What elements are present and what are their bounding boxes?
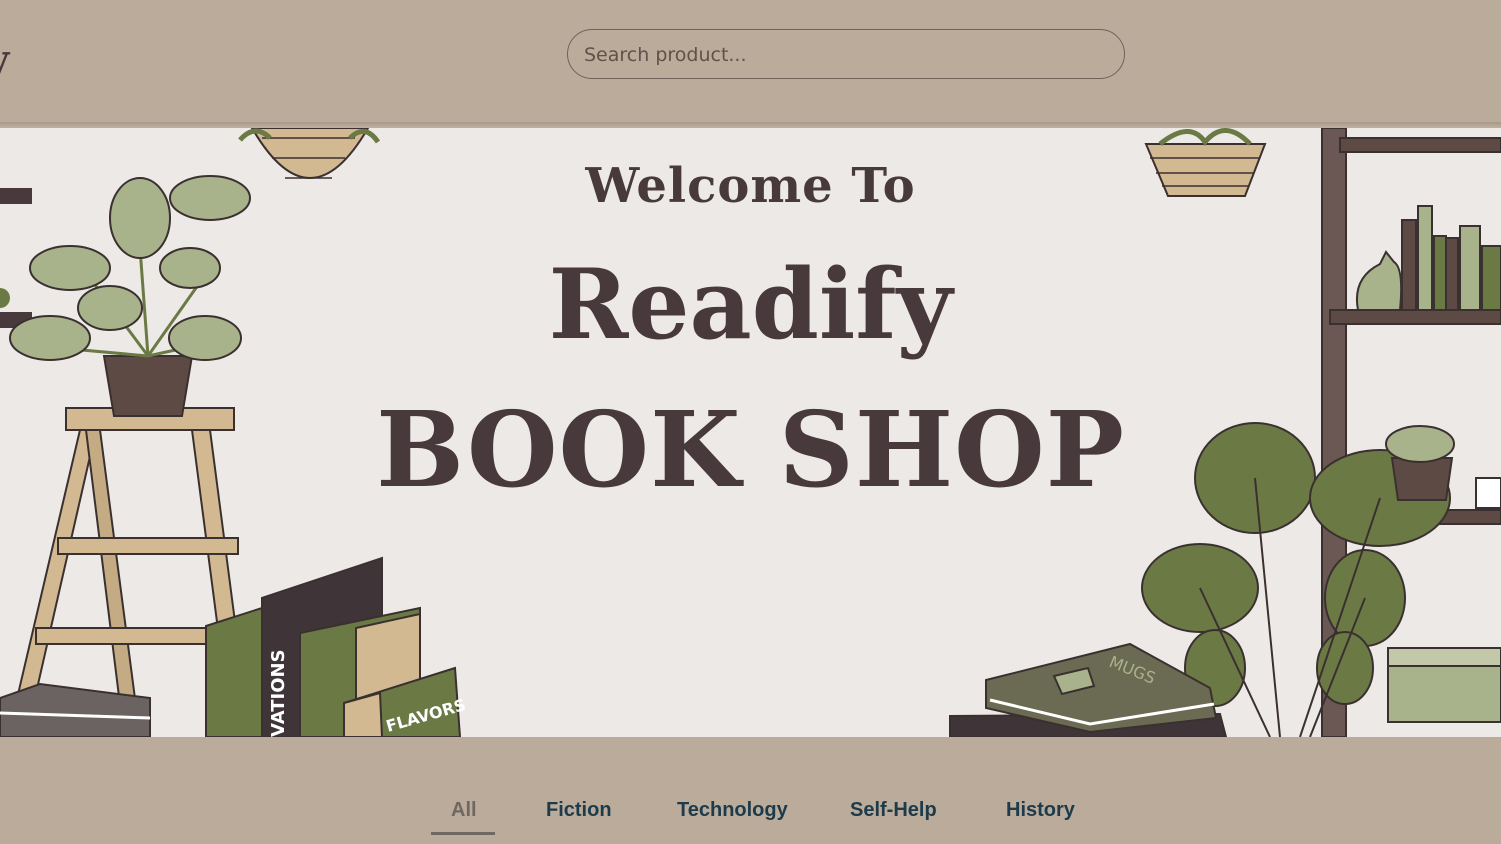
subtitle-heading: BOOK SHOP [376, 388, 1125, 511]
standing-books: VATIONS FLAVORS [205, 556, 468, 737]
logo[interactable]: y [0, 36, 9, 83]
book-stack-right: MUGS [949, 642, 1228, 737]
tab-fiction[interactable]: Fiction [546, 799, 612, 822]
storage-box [1387, 647, 1501, 723]
search-input[interactable] [582, 30, 1106, 79]
tab-technology[interactable]: Technology [677, 799, 788, 822]
hero-banner: VATIONS FLAVORS MUGS Welcome To Readify … [0, 128, 1501, 737]
active-tab-underline [431, 832, 495, 835]
brand-title: Readify [548, 248, 953, 361]
welcome-heading: Welcome To [585, 158, 916, 214]
book-spine-vations: VATIONS [268, 649, 289, 737]
tab-self-help[interactable]: Self-Help [850, 799, 937, 822]
tab-history[interactable]: History [1006, 799, 1075, 822]
tab-all[interactable]: All [451, 799, 477, 822]
category-tabs: All Fiction Technology Self-Help History [0, 737, 1501, 844]
search-box[interactable] [567, 29, 1125, 79]
header: y [0, 0, 1501, 122]
